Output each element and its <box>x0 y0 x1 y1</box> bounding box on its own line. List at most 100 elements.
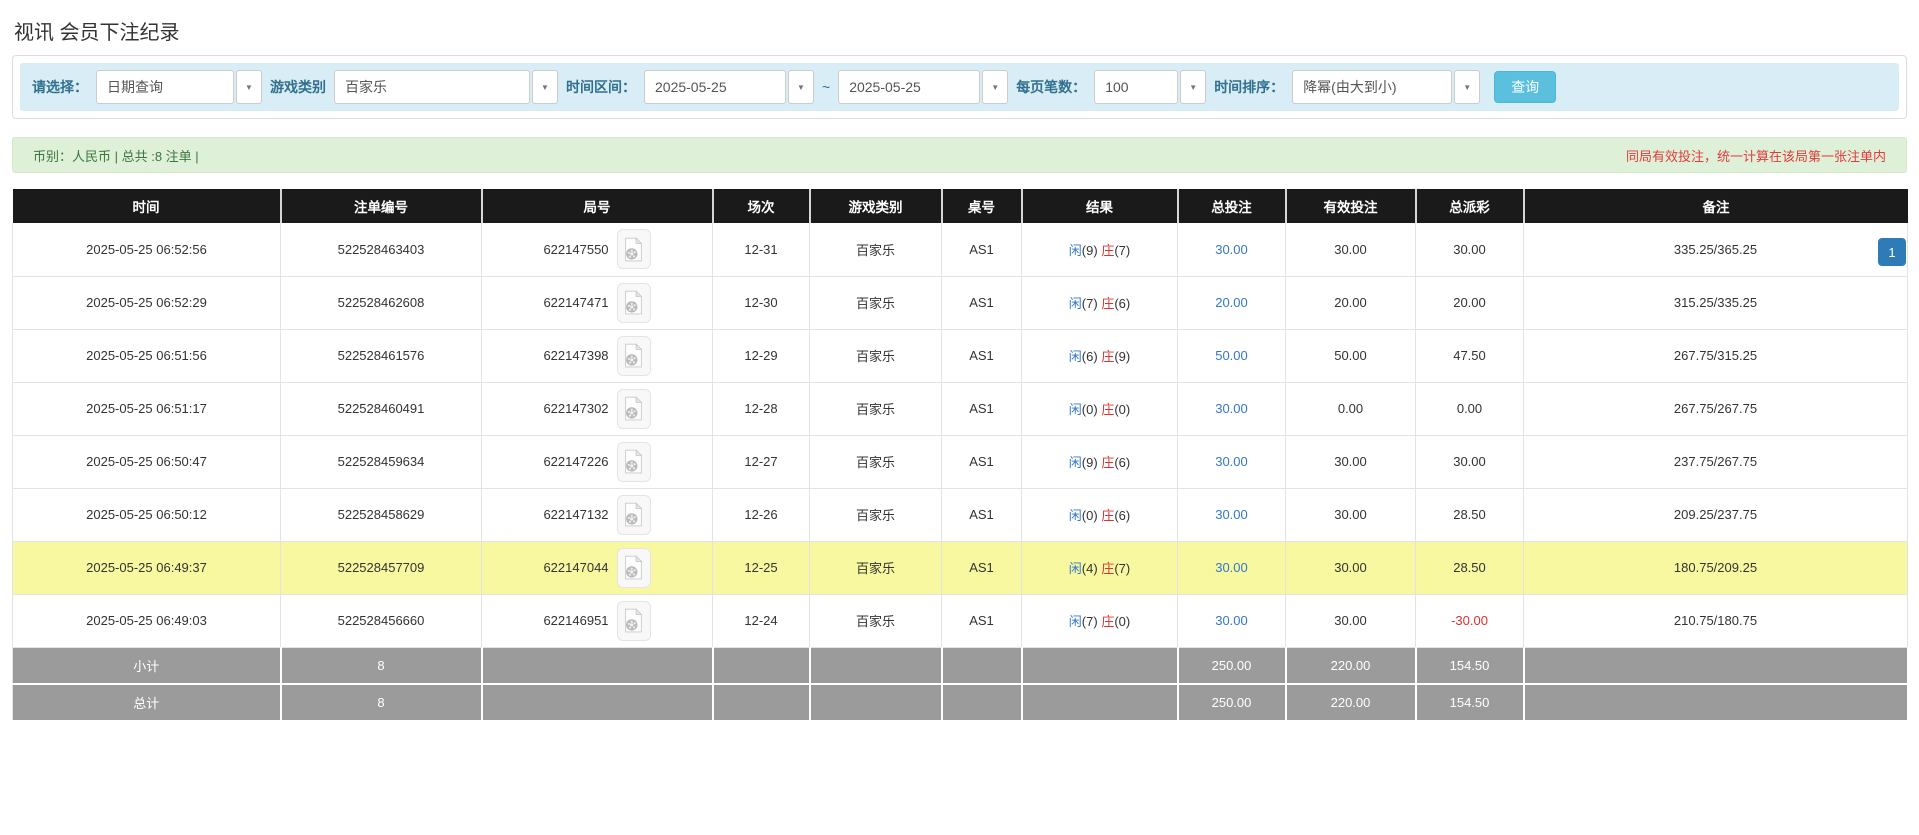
date-from-select[interactable]: 2025-05-25 ▼ <box>644 70 814 104</box>
round-number: 622147044 <box>543 560 608 575</box>
total-bet-link[interactable]: 30.00 <box>1178 541 1286 594</box>
empty-cell <box>942 684 1022 721</box>
select-type-label: 请选择： <box>32 77 88 97</box>
empty-cell <box>1524 684 1908 721</box>
session-cell: 12-31 <box>713 223 810 276</box>
round-cell: 622147471 <box>482 276 713 329</box>
page-title: 视讯 会员下注纪录 <box>14 16 1919 45</box>
round-number: 622147471 <box>543 295 608 310</box>
video-record-icon[interactable] <box>617 548 651 588</box>
currency-total-text: 币别：人民币 | 总共 :8 注单 | <box>33 146 199 165</box>
date-to-value[interactable]: 2025-05-25 <box>838 70 980 104</box>
table-row: 2025-05-25 06:50:12 522528458629 6221471… <box>13 488 1908 541</box>
video-record-icon[interactable] <box>617 442 651 482</box>
chevron-down-icon[interactable]: ▼ <box>532 70 558 104</box>
page-1-button[interactable]: 1 <box>1878 238 1906 266</box>
total-total-bet: 250.00 <box>1178 684 1286 721</box>
banker-score: (0) <box>1114 614 1130 629</box>
player-label: 闲 <box>1069 455 1082 470</box>
table-no-cell: AS1 <box>942 435 1022 488</box>
col-game-type: 游戏类别 <box>810 189 942 223</box>
valid-bet-cell: 30.00 <box>1286 223 1416 276</box>
per-page-value[interactable]: 100 <box>1094 70 1178 104</box>
chevron-down-icon[interactable]: ▼ <box>982 70 1008 104</box>
query-type-select[interactable]: 日期查询 ▼ <box>96 70 262 104</box>
filter-bar: 请选择： 日期查询 ▼ 游戏类别 百家乐 ▼ 时间区间： 2025-05-25 … <box>20 63 1899 111</box>
total-bet-link[interactable]: 30.00 <box>1178 488 1286 541</box>
table-row: 2025-05-25 06:52:29 522528462608 6221474… <box>13 276 1908 329</box>
video-record-icon[interactable] <box>617 229 651 269</box>
time-sort-value[interactable]: 降幂(由大到小) <box>1292 70 1452 104</box>
player-score: (9) <box>1082 243 1098 258</box>
video-record-icon[interactable] <box>617 495 651 535</box>
video-record-icon[interactable] <box>617 389 651 429</box>
empty-cell <box>1524 647 1908 684</box>
valid-bet-cell: 30.00 <box>1286 541 1416 594</box>
game-cell: 百家乐 <box>810 329 942 382</box>
round-cell: 622147550 <box>482 223 713 276</box>
empty-cell <box>713 647 810 684</box>
total-bet-link[interactable]: 20.00 <box>1178 276 1286 329</box>
time-cell: 2025-05-25 06:52:56 <box>13 223 281 276</box>
date-to-select[interactable]: 2025-05-25 ▼ <box>838 70 1008 104</box>
player-label: 闲 <box>1069 561 1082 576</box>
result-cell: 闲(7) 庄(6) <box>1022 276 1178 329</box>
video-record-icon[interactable] <box>617 601 651 641</box>
col-bet-id: 注单编号 <box>281 189 482 223</box>
result-cell: 闲(0) 庄(6) <box>1022 488 1178 541</box>
player-score: (0) <box>1082 402 1098 417</box>
bet-id-cell: 522528458629 <box>281 488 482 541</box>
bet-id-cell: 522528457709 <box>281 541 482 594</box>
result-cell: 闲(7) 庄(0) <box>1022 594 1178 647</box>
payout-cell: 20.00 <box>1416 276 1524 329</box>
per-page-select[interactable]: 100 ▼ <box>1094 70 1206 104</box>
bet-id-cell: 522528456660 <box>281 594 482 647</box>
session-cell: 12-26 <box>713 488 810 541</box>
valid-bet-cell: 30.00 <box>1286 488 1416 541</box>
query-type-value[interactable]: 日期查询 <box>96 70 234 104</box>
col-round: 局号 <box>482 189 713 223</box>
chevron-down-icon[interactable]: ▼ <box>788 70 814 104</box>
banker-label: 庄 <box>1101 508 1114 523</box>
chevron-down-icon[interactable]: ▼ <box>1180 70 1206 104</box>
empty-cell <box>1022 647 1178 684</box>
game-type-value[interactable]: 百家乐 <box>334 70 530 104</box>
chevron-down-icon[interactable]: ▼ <box>1454 70 1480 104</box>
banker-label: 庄 <box>1101 614 1114 629</box>
per-page-label: 每页笔数： <box>1016 77 1086 97</box>
round-cell: 622147398 <box>482 329 713 382</box>
game-cell: 百家乐 <box>810 382 942 435</box>
banker-label: 庄 <box>1101 349 1114 364</box>
game-cell: 百家乐 <box>810 541 942 594</box>
player-score: (7) <box>1082 614 1098 629</box>
search-button[interactable]: 查询 <box>1494 71 1556 103</box>
banker-label: 庄 <box>1101 455 1114 470</box>
video-record-icon[interactable] <box>617 336 651 376</box>
table-no-cell: AS1 <box>942 488 1022 541</box>
remark-cell: 209.25/237.75 <box>1524 488 1908 541</box>
col-time: 时间 <box>13 189 281 223</box>
payout-cell: 28.50 <box>1416 488 1524 541</box>
total-bet-link[interactable]: 30.00 <box>1178 435 1286 488</box>
chevron-down-icon[interactable]: ▼ <box>236 70 262 104</box>
time-sort-select[interactable]: 降幂(由大到小) ▼ <box>1292 70 1480 104</box>
time-cell: 2025-05-25 06:50:47 <box>13 435 281 488</box>
session-cell: 12-25 <box>713 541 810 594</box>
video-record-icon[interactable] <box>617 283 651 323</box>
date-from-value[interactable]: 2025-05-25 <box>644 70 786 104</box>
banker-label: 庄 <box>1101 243 1114 258</box>
col-payout: 总派彩 <box>1416 189 1524 223</box>
bet-id-cell: 522528462608 <box>281 276 482 329</box>
total-bet-link[interactable]: 30.00 <box>1178 594 1286 647</box>
valid-bet-cell: 0.00 <box>1286 382 1416 435</box>
session-cell: 12-30 <box>713 276 810 329</box>
total-bet-link[interactable]: 30.00 <box>1178 382 1286 435</box>
total-bet-link[interactable]: 30.00 <box>1178 223 1286 276</box>
player-label: 闲 <box>1069 614 1082 629</box>
game-type-select[interactable]: 百家乐 ▼ <box>334 70 558 104</box>
banker-score: (7) <box>1114 243 1130 258</box>
player-label: 闲 <box>1069 349 1082 364</box>
total-bet-link[interactable]: 50.00 <box>1178 329 1286 382</box>
game-type-label: 游戏类别 <box>270 77 326 97</box>
subtotal-label: 小计 <box>13 647 281 684</box>
